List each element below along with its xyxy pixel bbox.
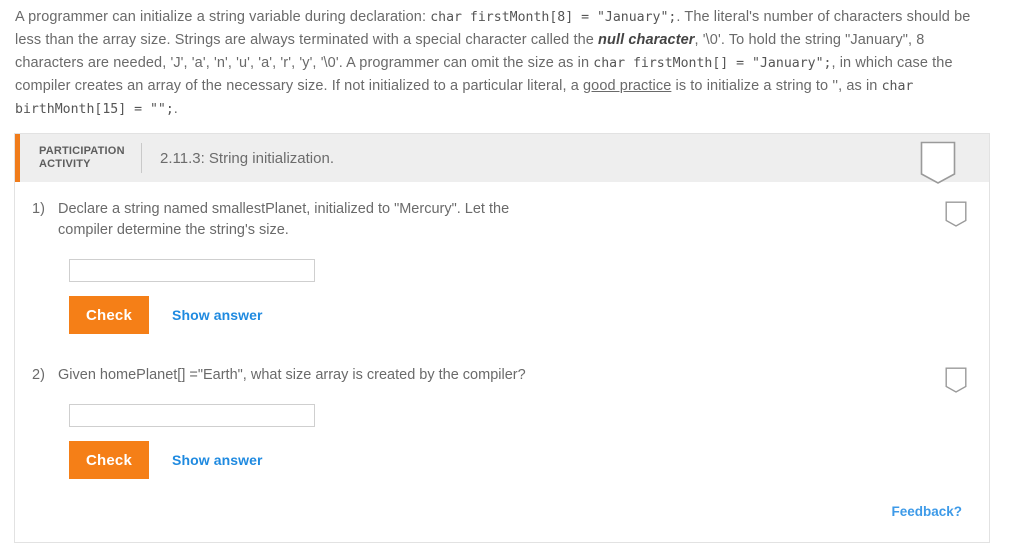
question-number: 2) [32,367,45,383]
question-actions: Check Show answer [69,441,989,479]
answer-input[interactable] [69,259,315,282]
prose-segment-6: . [173,101,178,118]
good-practice-link[interactable]: good practice [583,78,671,94]
pennant-icon[interactable] [945,367,967,399]
feedback-link[interactable]: Feedback? [891,504,962,519]
question-text: Declare a string named smallestPlanet, i… [58,201,510,238]
code-snippet-2: char firstMonth[] = "January"; [593,55,832,71]
prose-segment-5: is to initialize a string to '', as in [671,77,882,94]
check-button[interactable]: Check [69,441,149,479]
answer-input[interactable] [69,404,315,427]
pennant-icon[interactable] [945,201,967,233]
activity-type-label: PARTICIPATION ACTIVITY [39,145,135,171]
activity-questions: 1) Declare a string named smallestPlanet… [15,199,989,542]
question-text: Given homePlanet[] ="Earth", what size a… [58,367,526,383]
question-actions: Check Show answer [69,296,989,334]
question-number: 1) [32,201,45,217]
participation-activity-card: PARTICIPATION ACTIVITY 2.11.3: String in… [14,133,990,543]
question-item: 2) Given homePlanet[] ="Earth", what siz… [15,365,989,479]
code-snippet-1: char firstMonth[8] = "January"; [430,10,677,25]
check-button[interactable]: Check [69,296,149,334]
lesson-paragraph: A programmer can initialize a string var… [15,6,973,121]
activity-type-line2: ACTIVITY [39,158,91,170]
show-answer-link[interactable]: Show answer [172,307,263,323]
pennant-icon[interactable] [920,141,956,190]
activity-title: 2.11.3: String initialization. [160,149,334,167]
show-answer-link[interactable]: Show answer [172,452,263,468]
header-divider [141,143,142,173]
activity-type-line1: PARTICIPATION [39,145,125,157]
question-item: 1) Declare a string named smallestPlanet… [15,199,989,334]
activity-header: PARTICIPATION ACTIVITY 2.11.3: String in… [15,133,989,184]
null-character-term: null character [598,32,695,49]
feedback-row: Feedback? [15,503,989,534]
prose-segment-1: A programmer can initialize a string var… [15,9,431,25]
